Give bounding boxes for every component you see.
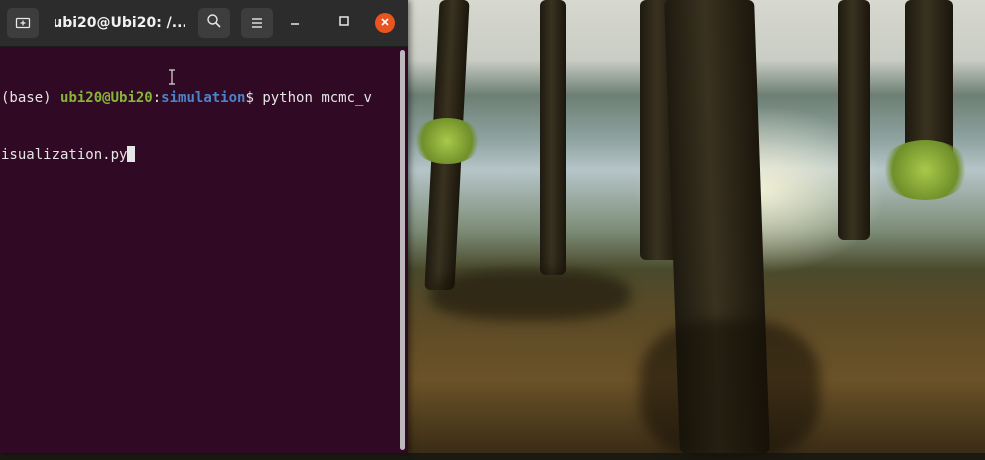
- menu-button[interactable]: [241, 8, 273, 38]
- window-title: ubi20@Ubi20: /...: [55, 15, 185, 31]
- maximize-icon: [338, 15, 350, 31]
- terminal-output[interactable]: (base) ubi20@Ubi20:simulation$ python mc…: [0, 47, 398, 453]
- hamburger-menu-icon: [250, 14, 264, 33]
- foliage: [880, 140, 970, 200]
- tree-shadow: [640, 320, 820, 460]
- terminal-scrollbar[interactable]: [400, 50, 405, 450]
- minimize-icon: [289, 15, 301, 31]
- command-text: python mcmc_v: [262, 90, 372, 106]
- tree-trunk: [838, 0, 870, 240]
- terminal-window[interactable]: ubi20@Ubi20: /... (base) ubi20@Ubi20:sim…: [0, 0, 408, 453]
- new-tab-icon: [15, 14, 31, 33]
- prompt-symbol: $: [245, 90, 263, 106]
- new-tab-button[interactable]: [7, 8, 39, 38]
- text-cursor: [127, 146, 136, 162]
- current-directory: simulation: [161, 90, 246, 106]
- minimize-button[interactable]: [285, 13, 305, 33]
- ibeam-cursor-icon: [168, 69, 176, 85]
- search-button[interactable]: [198, 8, 230, 38]
- foliage: [412, 118, 482, 164]
- close-button[interactable]: [375, 13, 395, 33]
- tree-trunk: [540, 0, 566, 275]
- prompt-line: (base) ubi20@Ubi20:simulation$ python mc…: [1, 89, 398, 108]
- command-continuation-line: isualization.py: [1, 146, 398, 165]
- command-text-wrapped: isualization.py: [1, 147, 128, 163]
- user-host: ubi20@Ubi20: [60, 90, 153, 106]
- conda-env: (base): [1, 90, 61, 106]
- maximize-button[interactable]: [334, 13, 354, 33]
- prompt-colon: :: [152, 90, 162, 106]
- tree-shadow: [430, 270, 630, 320]
- title-bar[interactable]: ubi20@Ubi20: /...: [0, 0, 408, 47]
- close-icon: [380, 16, 390, 30]
- search-icon: [206, 13, 222, 33]
